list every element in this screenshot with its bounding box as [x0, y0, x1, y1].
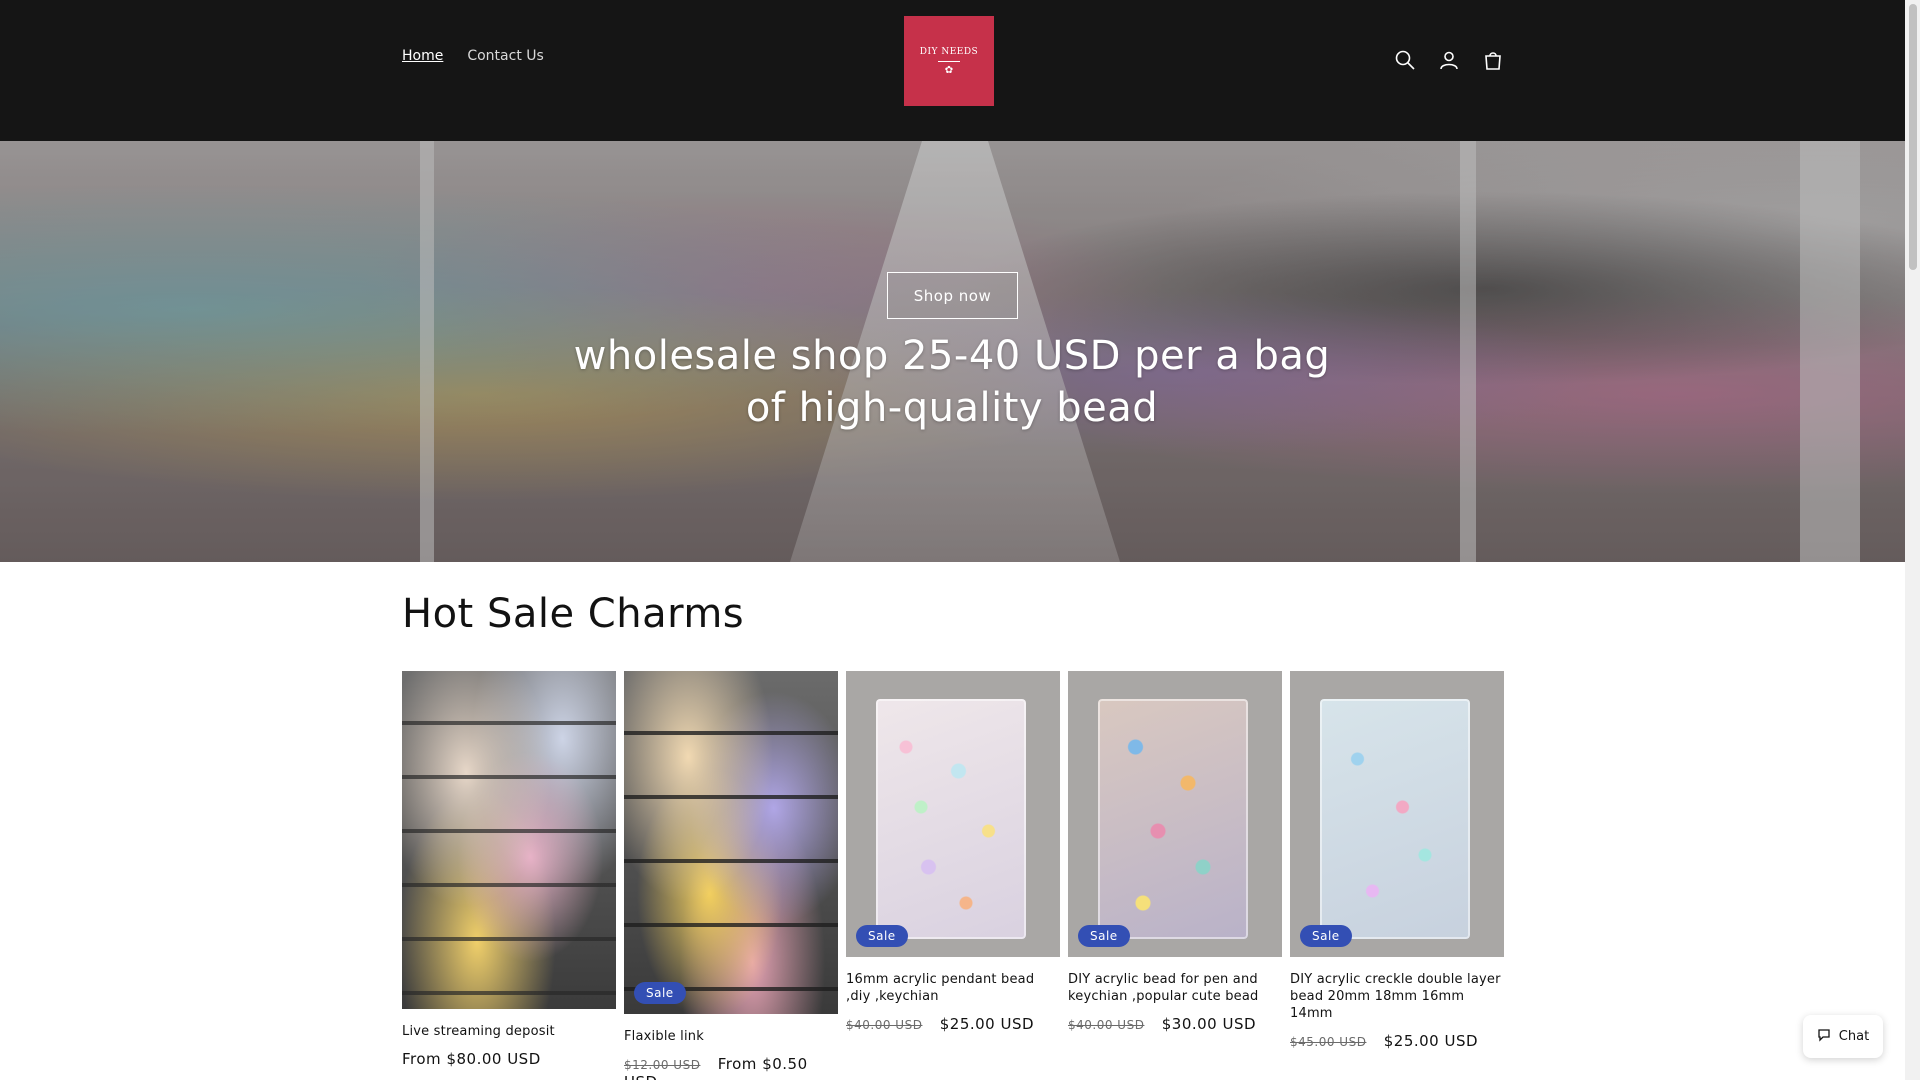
product-card[interactable]: Live streaming deposit From $80.00 USD [402, 671, 616, 1068]
sale-price: $80.00 USD [446, 1050, 541, 1068]
sale-badge: Sale [856, 925, 908, 947]
logo-text: DIY NEEDS [919, 46, 979, 57]
product-title[interactable]: 16mm acrylic pendant bead ,diy ,keychian [846, 971, 1060, 1005]
cart-icon[interactable] [1481, 48, 1505, 72]
product-image[interactable] [402, 671, 616, 1009]
chat-button[interactable]: Chat [1803, 1015, 1883, 1058]
nav-contact-link[interactable]: Contact Us [467, 48, 543, 64]
regular-price: $45.00 USD [1290, 1035, 1367, 1049]
product-title[interactable]: Flaxible link [624, 1028, 838, 1045]
account-icon[interactable] [1437, 48, 1461, 72]
price-prefix: From [717, 1055, 757, 1073]
sale-price: $30.00 USD [1161, 1015, 1257, 1033]
product-card[interactable]: Sale DIY acrylic creckle double layer be… [1290, 671, 1504, 1050]
regular-price: $40.00 USD [1068, 1018, 1145, 1032]
product-price: $40.00 USD $25.00 USD [846, 1015, 1060, 1033]
section-title: Hot Sale Charms [402, 591, 745, 637]
product-title[interactable]: DIY acrylic bead for pen and keychian ,p… [1068, 971, 1282, 1005]
chat-label: Chat [1838, 1029, 1870, 1044]
product-title[interactable]: Live streaming deposit [402, 1023, 616, 1040]
price-prefix: From [402, 1050, 442, 1068]
regular-price: $12.00 USD [624, 1058, 701, 1072]
sale-price: $25.00 USD [1383, 1032, 1479, 1050]
logo-mark-icon: ✿ [944, 64, 954, 76]
chat-bubble-icon [1817, 1028, 1831, 1046]
bead-bag [876, 699, 1026, 939]
product-price: $12.00 USD From $0.50 USD [624, 1055, 838, 1080]
page-scrollbar[interactable] [1905, 0, 1920, 1080]
product-image[interactable]: Sale [1290, 671, 1504, 957]
product-image[interactable]: Sale [624, 671, 838, 1014]
product-title[interactable]: DIY acrylic creckle double layer bead 20… [1290, 971, 1504, 1022]
product-card[interactable]: Sale DIY acrylic bead for pen and keychi… [1068, 671, 1282, 1033]
product-card[interactable]: Sale Flaxible link $12.00 USD From $0.50… [624, 671, 838, 1080]
hero-title: wholesale shop 25-40 USD per a bag of hi… [573, 333, 1331, 431]
shop-now-button[interactable]: Shop now [887, 272, 1018, 319]
product-card[interactable]: Sale 16mm acrylic pendant bead ,diy ,key… [846, 671, 1060, 1033]
site-header: Home Contact Us DIY NEEDS ✿ [0, 0, 1905, 141]
scrollbar-thumb[interactable] [1909, 4, 1917, 270]
sale-badge: Sale [1300, 925, 1352, 947]
store-logo[interactable]: DIY NEEDS ✿ [904, 16, 994, 106]
logo-divider [938, 60, 960, 62]
product-price: $40.00 USD $30.00 USD [1068, 1015, 1282, 1033]
regular-price: $40.00 USD [846, 1018, 923, 1032]
sale-price: $25.00 USD [939, 1015, 1035, 1033]
sale-badge: Sale [1078, 925, 1130, 947]
product-price: $45.00 USD $25.00 USD [1290, 1032, 1504, 1050]
search-icon[interactable] [1393, 48, 1417, 72]
nav-home-link[interactable]: Home [402, 48, 443, 64]
bead-bag [1098, 699, 1248, 939]
product-image[interactable]: Sale [846, 671, 1060, 957]
main-nav: Home Contact Us [402, 48, 544, 64]
product-price: From $80.00 USD [402, 1050, 616, 1068]
bead-bag [1320, 699, 1470, 939]
product-image[interactable]: Sale [1068, 671, 1282, 957]
sale-badge: Sale [634, 982, 686, 1004]
hero-banner: Shop now wholesale shop 25-40 USD per a … [0, 141, 1905, 562]
header-icons [1393, 48, 1505, 72]
